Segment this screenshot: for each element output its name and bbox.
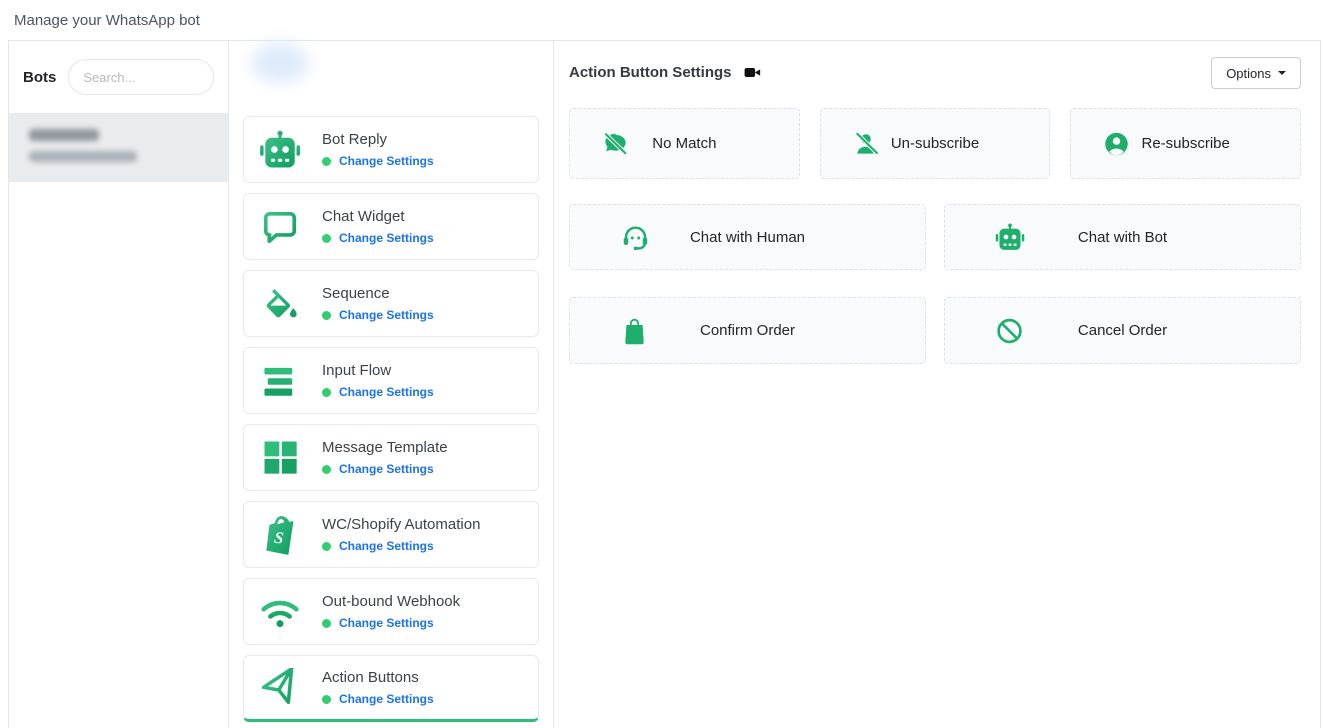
card-title: Bot Reply: [322, 131, 434, 148]
action-row-1: No Match Un-subscribe: [569, 108, 1301, 179]
status-dot-icon: [322, 311, 331, 320]
lines-icon: [258, 359, 302, 403]
status-dot-icon: [322, 465, 331, 474]
change-settings-link[interactable]: Change Settings: [322, 154, 434, 168]
page-title: Manage your WhatsApp bot: [14, 12, 200, 29]
grid-icon: [258, 436, 302, 480]
search-input[interactable]: [68, 59, 214, 95]
chat-with-human-button[interactable]: Chat with Human: [569, 204, 926, 270]
card-message-template: Message Template Change Settings: [243, 424, 539, 491]
status-dot-icon: [322, 234, 331, 243]
unsubscribe-button[interactable]: Un-subscribe: [820, 108, 1051, 179]
card-title: Out-bound Webhook: [322, 593, 460, 610]
change-settings-link[interactable]: Change Settings: [322, 539, 480, 553]
chat-bubble-icon: [258, 205, 302, 249]
action-row-2: Chat with Human Chat with Bot: [569, 204, 1301, 270]
action-button-settings-panel: Action Button Settings Options: [554, 41, 1320, 728]
chat-with-bot-icon: [995, 223, 1025, 251]
panel-header: Action Button Settings: [569, 64, 1301, 81]
feature-card-stack: Bot Reply Change Settings Chat Widget: [243, 116, 539, 722]
no-match-icon: [602, 130, 629, 157]
change-settings-link[interactable]: Change Settings: [322, 231, 434, 245]
status-dot-icon: [322, 388, 331, 397]
no-match-button[interactable]: No Match: [569, 108, 800, 179]
change-settings-link[interactable]: Change Settings: [322, 616, 460, 630]
paint-bucket-icon: [258, 282, 302, 326]
redacted-bot-name: [29, 129, 99, 141]
video-camera-icon[interactable]: [744, 65, 761, 80]
chat-with-bot-button[interactable]: Chat with Bot: [944, 204, 1301, 270]
redacted-bot-phone: [29, 151, 137, 162]
change-settings-link[interactable]: Change Settings: [322, 462, 448, 476]
resubscribe-icon: [1103, 130, 1130, 157]
unsubscribe-icon: [853, 130, 880, 157]
card-sequence: Sequence Change Settings: [243, 270, 539, 337]
card-title: Sequence: [322, 285, 434, 302]
chat-with-human-icon: [620, 222, 651, 253]
card-outbound-webhook: Out-bound Webhook Change Settings: [243, 578, 539, 645]
change-settings-link[interactable]: Change Settings: [322, 308, 434, 322]
card-title: Action Buttons: [322, 669, 434, 686]
action-row-3: Confirm Order Cancel Order: [569, 297, 1301, 364]
shopify-bag-icon: S: [258, 513, 302, 557]
status-dot-icon: [322, 619, 331, 628]
redacted-blob: [251, 43, 309, 83]
paper-plane-icon: [258, 666, 302, 710]
card-title: WC/Shopify Automation: [322, 516, 480, 533]
chevron-down-icon: [1278, 71, 1286, 75]
card-title: Message Template: [322, 439, 448, 456]
card-bot-reply: Bot Reply Change Settings: [243, 116, 539, 183]
confirm-order-button[interactable]: Confirm Order: [569, 297, 926, 364]
main-content: Bots: [8, 40, 1321, 728]
wifi-icon: [258, 590, 302, 634]
bots-sidebar: Bots: [9, 41, 229, 728]
confirm-order-icon: [620, 316, 649, 345]
resubscribe-button[interactable]: Re-subscribe: [1070, 108, 1301, 179]
sidebar-header: Bots: [9, 41, 228, 113]
robot-icon: [258, 128, 302, 172]
card-title: Input Flow: [322, 362, 434, 379]
card-action-buttons: Action Buttons Change Settings: [243, 655, 539, 722]
sidebar-title: Bots: [23, 69, 56, 86]
card-chat-widget: Chat Widget Change Settings: [243, 193, 539, 260]
cancel-order-icon: [995, 316, 1024, 345]
card-input-flow: Input Flow Change Settings: [243, 347, 539, 414]
change-settings-link[interactable]: Change Settings: [322, 385, 434, 399]
card-title: Chat Widget: [322, 208, 434, 225]
options-button[interactable]: Options: [1211, 57, 1301, 89]
card-shopify-automation: S WC/Shopify Automation Change Settings: [243, 501, 539, 568]
selected-bot-item[interactable]: [9, 114, 228, 182]
status-dot-icon: [322, 157, 331, 166]
bot-list: [9, 113, 228, 182]
app-header: Manage your WhatsApp bot: [0, 0, 1323, 40]
status-dot-icon: [322, 695, 331, 704]
cancel-order-button[interactable]: Cancel Order: [944, 297, 1301, 364]
feature-column: Bot Reply Change Settings Chat Widget: [229, 41, 554, 728]
status-dot-icon: [322, 542, 331, 551]
change-settings-link[interactable]: Change Settings: [322, 692, 434, 706]
panel-title: Action Button Settings: [569, 64, 731, 81]
